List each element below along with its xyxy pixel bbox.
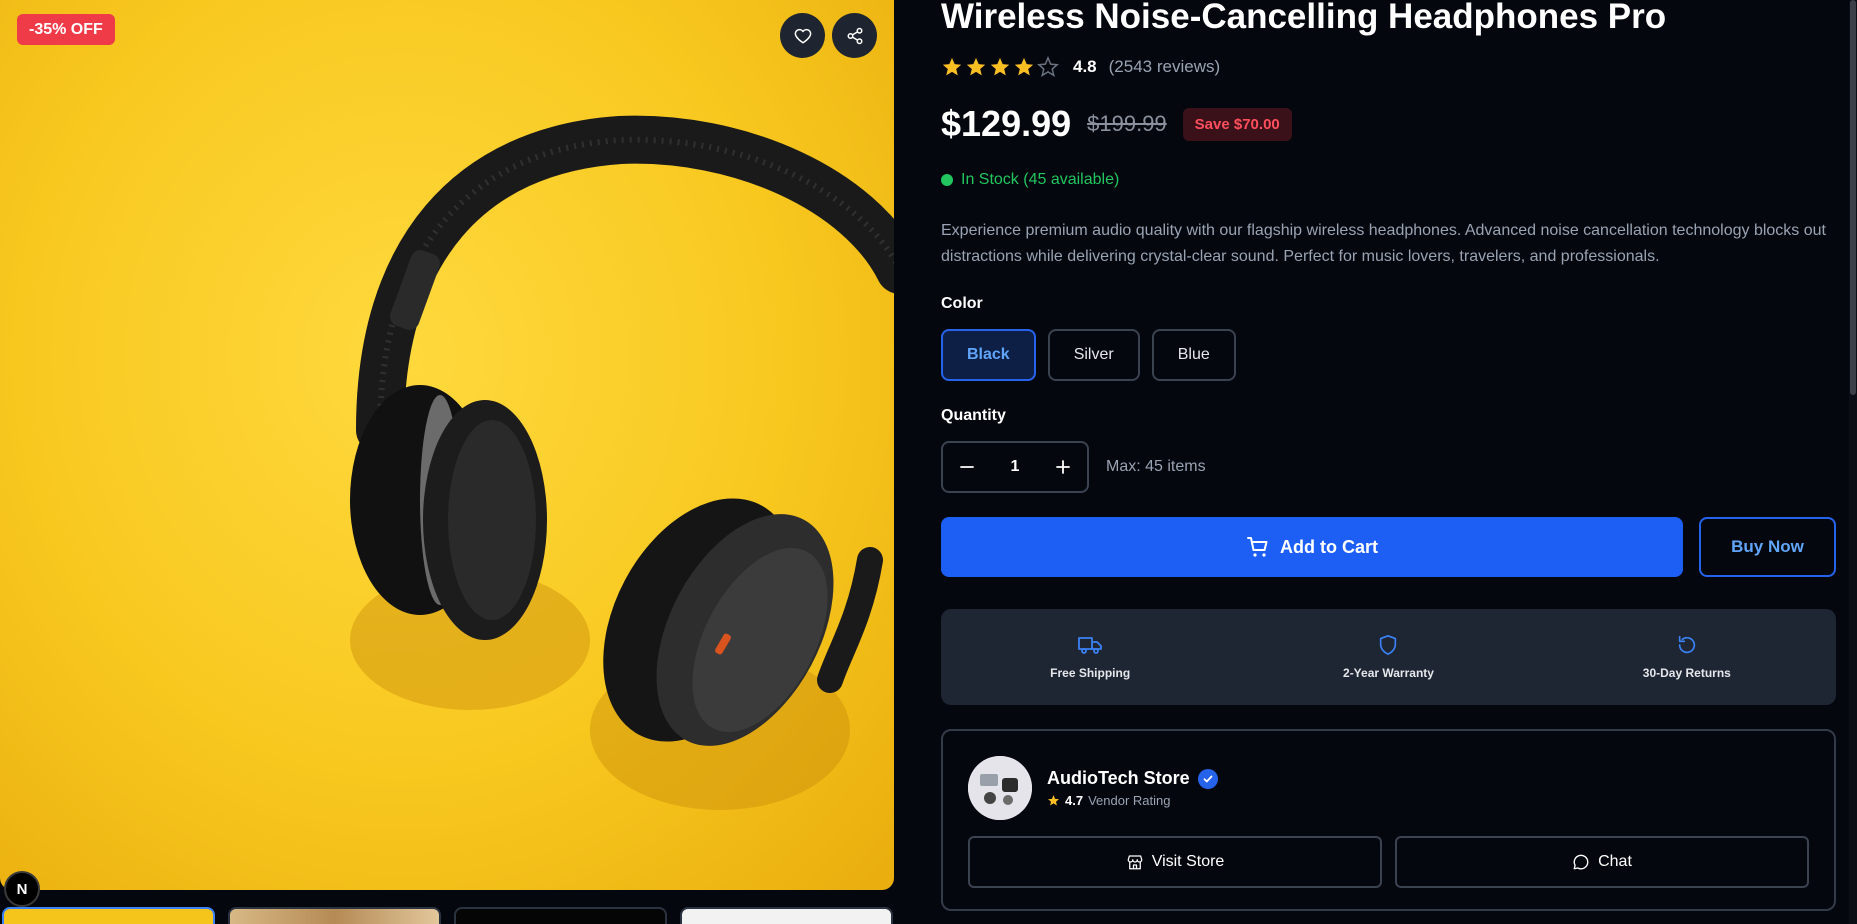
product-details: Wireless Noise-Cancelling Headphones Pro…: [941, 0, 1836, 924]
quantity-row: 1 Max: 45 items: [941, 441, 1206, 493]
star-filled-icon: [942, 57, 962, 76]
plus-icon: [1056, 460, 1070, 474]
increase-quantity-button[interactable]: [1049, 453, 1077, 481]
chat-bubble-icon: [1573, 854, 1589, 870]
feature-warranty: 2-Year Warranty: [1239, 609, 1537, 705]
framework-logo-icon[interactable]: N: [4, 871, 40, 907]
main-product-image[interactable]: -35% OFF: [0, 0, 894, 890]
vendor-rating-label: Vendor Rating: [1088, 793, 1171, 808]
rating-stars: [941, 56, 1059, 78]
rotate-icon: [1678, 635, 1695, 654]
thumbnail-3[interactable]: [454, 907, 667, 924]
thumbnail-strip: [0, 907, 894, 924]
color-option-blue[interactable]: Blue: [1151, 329, 1236, 381]
feature-label: 2-Year Warranty: [1343, 666, 1434, 680]
thumbnail-2[interactable]: [228, 907, 441, 924]
favorite-button[interactable]: [780, 13, 825, 58]
review-count[interactable]: (2543 reviews): [1109, 57, 1221, 77]
shield-icon: [1380, 635, 1397, 655]
rating-row: 4.8 (2543 reviews): [941, 56, 1220, 78]
verified-badge-icon: [1197, 768, 1218, 789]
share-icon: [847, 27, 862, 44]
chat-button[interactable]: Chat: [1395, 836, 1809, 888]
feature-returns: 30-Day Returns: [1538, 609, 1836, 705]
vendor-card: AudioTech Store 4.7 Vendor Rating Visit …: [941, 729, 1836, 911]
rating-value: 4.8: [1073, 57, 1097, 76]
vendor-logo-image: [968, 756, 1032, 820]
thumbnail-4[interactable]: [680, 907, 893, 924]
stock-text: In Stock (45 available): [961, 171, 1120, 188]
quantity-value[interactable]: 1: [1011, 458, 1020, 476]
star-filled-icon: [990, 57, 1010, 76]
star-filled-icon: [966, 57, 986, 76]
page-scrollbar-thumb[interactable]: [1850, 0, 1856, 395]
discount-badge: -35% OFF: [17, 14, 115, 45]
color-option-silver[interactable]: Silver: [1047, 329, 1140, 381]
feature-label: 30-Day Returns: [1642, 666, 1731, 680]
max-quantity-note: Max: 45 items: [1106, 458, 1206, 475]
vendor-name[interactable]: AudioTech Store: [1047, 768, 1190, 789]
vendor-name-row: AudioTech Store: [1047, 768, 1218, 789]
current-price: $129.99: [941, 103, 1072, 144]
star-filled-icon: [1014, 57, 1034, 76]
buy-now-button[interactable]: Buy Now: [1699, 517, 1836, 577]
original-price: $199.99: [1087, 111, 1167, 136]
truck-icon: [1078, 637, 1103, 654]
visit-store-label: Visit Store: [1151, 853, 1225, 870]
vendor-avatar[interactable]: [968, 756, 1032, 820]
decrease-quantity-button[interactable]: [953, 453, 981, 481]
stock-dot-icon: [941, 174, 953, 186]
star-icon: [1048, 795, 1059, 806]
vendor-rating-value: 4.7: [1065, 793, 1084, 808]
product-description: Experience premium audio quality with ou…: [941, 222, 1826, 265]
savings-badge: Save $70.00: [1182, 107, 1292, 141]
headphones-photo: [350, 115, 894, 810]
store-icon: [1127, 855, 1143, 870]
quantity-label: Quantity: [941, 407, 1006, 424]
cart-icon: [1247, 537, 1268, 557]
star-empty-icon: [1037, 56, 1059, 77]
add-to-cart-label: Add to Cart: [1280, 536, 1378, 557]
product-title: Wireless Noise-Cancelling Headphones Pro: [941, 0, 1667, 36]
price-row: $129.99 $199.99 Save $70.00: [941, 102, 1292, 146]
thumbnail-1[interactable]: [2, 907, 215, 924]
chat-label: Chat: [1598, 853, 1632, 870]
stock-status: In Stock (45 available): [941, 171, 1119, 189]
product-gallery: -35% OFF N: [0, 0, 894, 924]
minus-icon: [960, 466, 974, 468]
color-option-black[interactable]: Black: [941, 329, 1036, 381]
color-label: Color: [941, 295, 983, 312]
share-button[interactable]: [832, 13, 877, 58]
vendor-rating: 4.7 Vendor Rating: [1047, 793, 1170, 808]
quantity-stepper: 1: [941, 441, 1089, 493]
feature-panel: Free Shipping 2-Year Warranty 30-Day Ret…: [941, 609, 1836, 705]
feature-shipping: Free Shipping: [941, 609, 1239, 705]
heart-icon: [794, 28, 811, 43]
add-to-cart-button[interactable]: Add to Cart: [941, 517, 1683, 577]
feature-label: Free Shipping: [1050, 666, 1131, 680]
color-options: Black Silver Blue: [941, 329, 1236, 381]
visit-store-button[interactable]: Visit Store: [968, 836, 1382, 888]
